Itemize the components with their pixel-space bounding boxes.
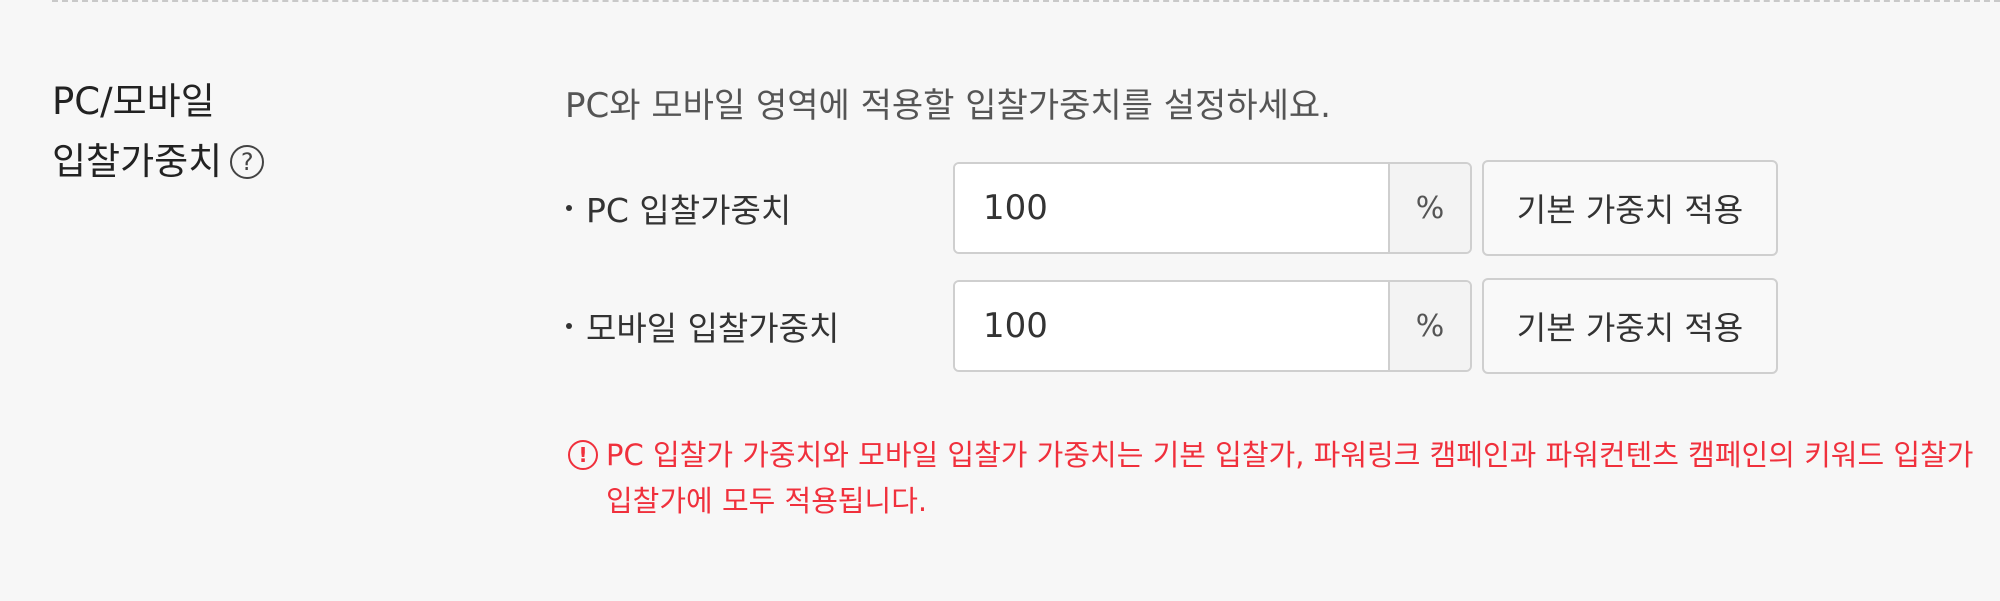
mobile-apply-default-weight-button[interactable]: 기본 가중치 적용 [1482, 278, 1778, 374]
mobile-bid-weight-input[interactable] [955, 282, 1388, 370]
section-title-line2: 입찰가중치 [52, 140, 223, 183]
pc-bid-weight-row: PC 입찰가중치 % 기본 가중치 적용 [560, 160, 1778, 256]
bullet-icon [566, 205, 572, 211]
notice-line2: 입찰가에 모두 적용됩니다. [606, 484, 928, 518]
help-question-icon[interactable]: ? [230, 145, 265, 179]
pc-apply-default-weight-button[interactable]: 기본 가중치 적용 [1482, 160, 1778, 256]
mobile-bid-weight-row: 모바일 입찰가중치 % 기본 가중치 적용 [560, 278, 1778, 374]
pc-bid-weight-label: PC 입찰가중치 [586, 191, 792, 230]
section-title: PC/모바일 입찰가중치 ? [52, 72, 265, 192]
exclamation-circle-icon: ! [568, 440, 598, 470]
mobile-bid-weight-unit: % [1388, 282, 1470, 370]
pc-bid-weight-input-group: % [953, 162, 1472, 254]
section-description: PC와 모바일 영역에 적용할 입찰가중치를 설정하세요. [565, 86, 1331, 126]
bid-weight-notice: ! PC 입찰가 가중치와 모바일 입찰가 가중치는 기본 입찰가, 파워링크 … [568, 432, 2000, 524]
pc-bid-weight-input[interactable] [955, 164, 1388, 252]
pc-bid-weight-unit: % [1388, 164, 1470, 252]
section-title-line1: PC/모바일 [52, 80, 215, 123]
mobile-bid-weight-label: 모바일 입찰가중치 [586, 309, 840, 348]
top-divider [52, 0, 2000, 2]
bullet-icon [566, 323, 572, 329]
notice-line1: PC 입찰가 가중치와 모바일 입찰가 가중치는 기본 입찰가, 파워링크 캠페… [606, 438, 1974, 472]
mobile-bid-weight-input-group: % [953, 280, 1472, 372]
